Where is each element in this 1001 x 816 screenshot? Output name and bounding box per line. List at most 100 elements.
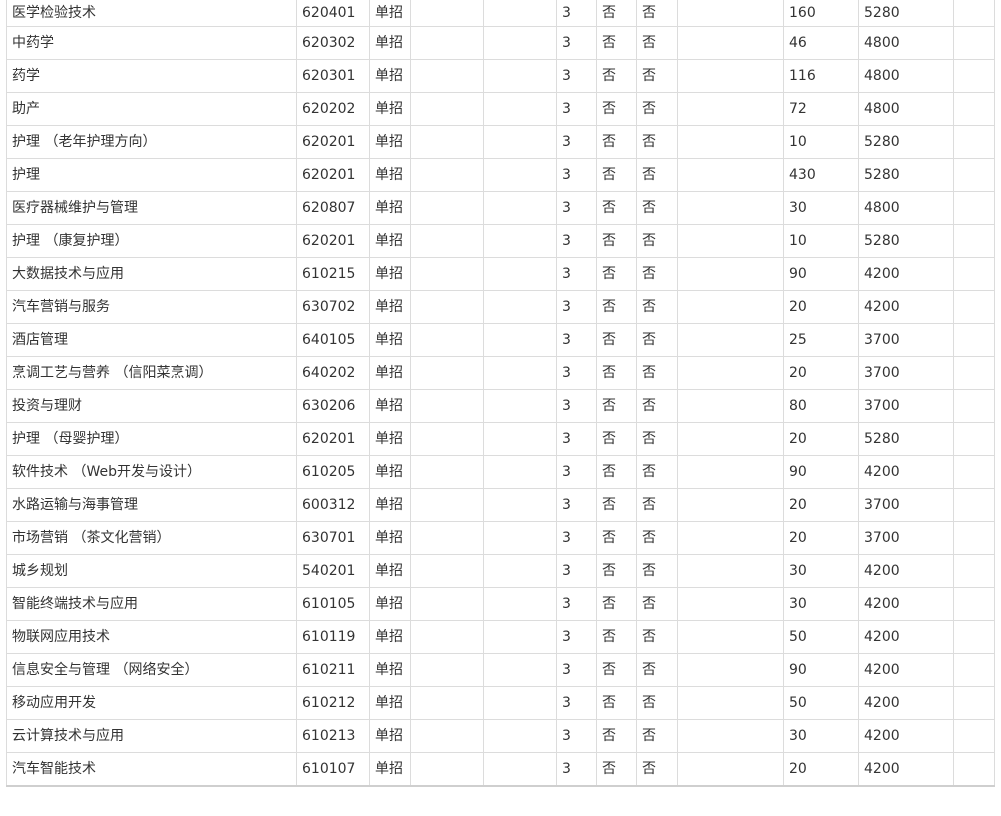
flag-cell-a: 否 <box>596 323 637 357</box>
flag-cell-a: 否 <box>596 158 637 192</box>
flag-cell-b: 否 <box>636 653 678 687</box>
blank-cell-c <box>677 158 784 192</box>
years-cell: 3 <box>556 290 597 324</box>
blank-cell-d <box>953 356 995 390</box>
tuition-cell: 3700 <box>858 356 954 390</box>
blank-cell-a <box>410 224 484 258</box>
flag-cell-b: 否 <box>636 686 678 720</box>
blank-cell-a <box>410 323 484 357</box>
quota-cell: 90 <box>783 653 859 687</box>
blank-cell-c <box>677 752 784 787</box>
enroll-type-cell: 单招 <box>369 752 411 787</box>
years-cell: 3 <box>556 554 597 588</box>
blank-cell-b <box>483 26 557 60</box>
major-name-cell: 医疗器械维护与管理 <box>6 191 297 225</box>
blank-cell-a <box>410 257 484 291</box>
major-code-cell: 610119 <box>296 620 370 654</box>
enroll-type-cell: 单招 <box>369 521 411 555</box>
flag-cell-a: 否 <box>596 752 637 787</box>
blank-cell-c <box>677 455 784 489</box>
flag-cell-b: 否 <box>636 125 678 159</box>
enroll-type-cell: 单招 <box>369 0 411 27</box>
quota-cell: 30 <box>783 554 859 588</box>
blank-cell-c <box>677 290 784 324</box>
flag-cell-b: 否 <box>636 587 678 621</box>
blank-cell-c <box>677 59 784 93</box>
flag-cell-b: 否 <box>636 620 678 654</box>
years-cell: 3 <box>556 59 597 93</box>
table-row: 护理 （老年护理方向） 620201 单招 3 否否 10 5280 <box>6 125 995 159</box>
blank-cell-a <box>410 191 484 225</box>
flag-cell-b: 否 <box>636 0 678 27</box>
flag-cell-a: 否 <box>596 455 637 489</box>
blank-cell-a <box>410 125 484 159</box>
flag-cell-a: 否 <box>596 59 637 93</box>
blank-cell-b <box>483 125 557 159</box>
enroll-type-cell: 单招 <box>369 224 411 258</box>
blank-cell-a <box>410 389 484 423</box>
major-code-cell: 620301 <box>296 59 370 93</box>
major-name-cell: 智能终端技术与应用 <box>6 587 297 621</box>
major-code-cell: 610211 <box>296 653 370 687</box>
blank-cell-a <box>410 620 484 654</box>
major-name-cell: 护理 （老年护理方向） <box>6 125 297 159</box>
flag-cell-a: 否 <box>596 620 637 654</box>
quota-cell: 90 <box>783 257 859 291</box>
major-code-cell: 640105 <box>296 323 370 357</box>
tuition-cell: 4200 <box>858 620 954 654</box>
major-name-cell: 汽车营销与服务 <box>6 290 297 324</box>
major-code-cell: 620807 <box>296 191 370 225</box>
enroll-type-cell: 单招 <box>369 620 411 654</box>
table-row: 助产 620202 单招 3 否否 72 4800 <box>6 92 995 126</box>
quota-cell: 20 <box>783 752 859 787</box>
blank-cell-b <box>483 158 557 192</box>
blank-cell-b <box>483 521 557 555</box>
flag-cell-b: 否 <box>636 224 678 258</box>
blank-cell-b <box>483 554 557 588</box>
years-cell: 3 <box>556 356 597 390</box>
blank-cell-c <box>677 191 784 225</box>
blank-cell-b <box>483 224 557 258</box>
quota-cell: 20 <box>783 521 859 555</box>
blank-cell-b <box>483 422 557 456</box>
years-cell: 3 <box>556 488 597 522</box>
enrollment-table-container: 医学检验技术 620401 单招 3 否否 160 5280 中药学 620302 单招 3 否否 46… <box>6 0 995 787</box>
years-cell: 3 <box>556 752 597 787</box>
blank-cell-c <box>677 719 784 753</box>
major-name-cell: 大数据技术与应用 <box>6 257 297 291</box>
blank-cell-d <box>953 389 995 423</box>
enroll-type-cell: 单招 <box>369 554 411 588</box>
tuition-cell: 3700 <box>858 323 954 357</box>
years-cell: 3 <box>556 719 597 753</box>
blank-cell-a <box>410 752 484 787</box>
blank-cell-d <box>953 752 995 787</box>
blank-cell-c <box>677 26 784 60</box>
years-cell: 3 <box>556 26 597 60</box>
enroll-type-cell: 单招 <box>369 92 411 126</box>
enroll-type-cell: 单招 <box>369 59 411 93</box>
flag-cell-a: 否 <box>596 719 637 753</box>
blank-cell-d <box>953 323 995 357</box>
blank-cell-d <box>953 488 995 522</box>
major-code-cell: 620201 <box>296 125 370 159</box>
major-name-cell: 水路运输与海事管理 <box>6 488 297 522</box>
years-cell: 3 <box>556 158 597 192</box>
major-code-cell: 630206 <box>296 389 370 423</box>
tuition-cell: 4200 <box>858 719 954 753</box>
table-row: 药学 620301 单招 3 否否 116 4800 <box>6 59 995 93</box>
flag-cell-b: 否 <box>636 356 678 390</box>
blank-cell-b <box>483 257 557 291</box>
years-cell: 3 <box>556 422 597 456</box>
flag-cell-b: 否 <box>636 92 678 126</box>
blank-cell-d <box>953 26 995 60</box>
flag-cell-a: 否 <box>596 0 637 27</box>
tuition-cell: 4800 <box>858 191 954 225</box>
major-code-cell: 540201 <box>296 554 370 588</box>
table-row: 汽车智能技术 610107 单招 3 否否 20 4200 <box>6 752 995 787</box>
blank-cell-d <box>953 719 995 753</box>
enroll-type-cell: 单招 <box>369 191 411 225</box>
tuition-cell: 5280 <box>858 125 954 159</box>
blank-cell-c <box>677 422 784 456</box>
flag-cell-a: 否 <box>596 356 637 390</box>
major-code-cell: 620201 <box>296 158 370 192</box>
